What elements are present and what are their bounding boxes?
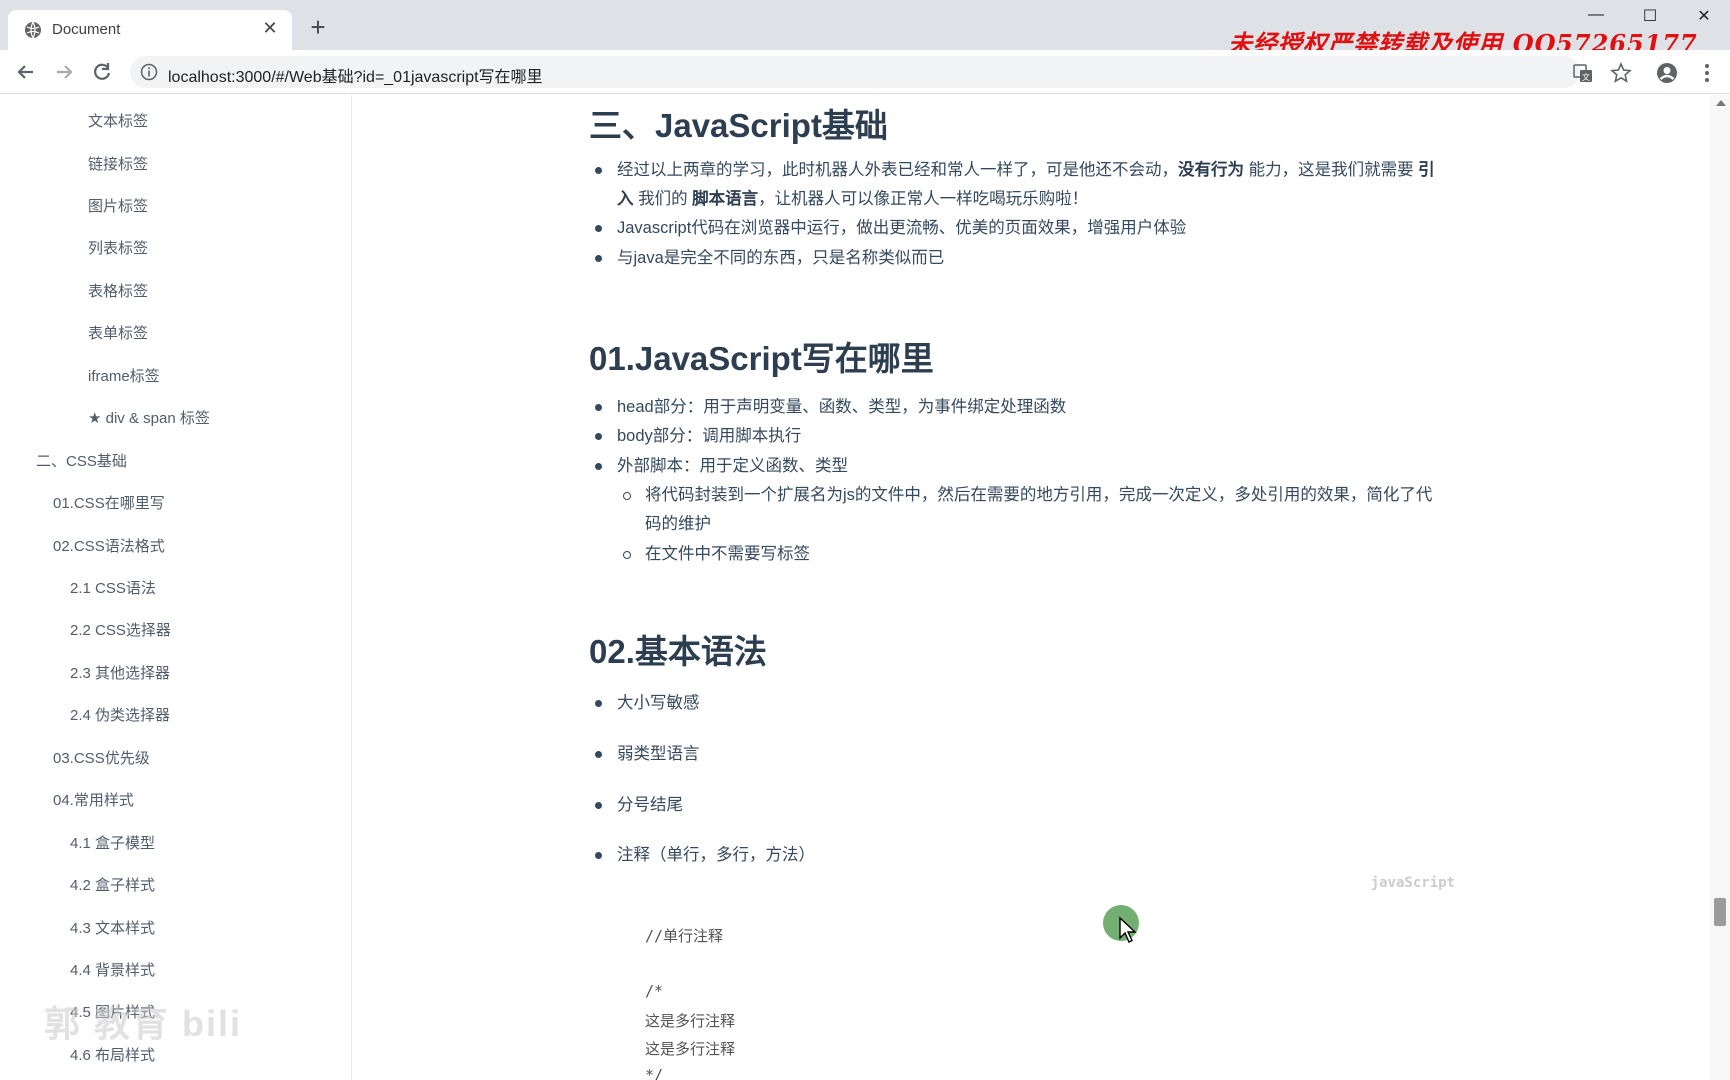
mouse-pointer-icon: [1119, 916, 1137, 943]
heading-where: 01.JavaScript写在哪里: [589, 340, 934, 377]
code-block: javaScript //单行注释 /* 这是多行注释 这是多行注释 */: [615, 875, 1465, 1080]
scrollbar-thumb[interactable]: [1714, 898, 1726, 926]
info-icon[interactable]: [140, 63, 158, 81]
video-watermark: 郭 教育 bili: [44, 1003, 243, 1044]
sidebar-item[interactable]: 2.3 其他选择器: [70, 662, 170, 683]
scroll-up-arrow-icon[interactable]: [1716, 100, 1726, 106]
forward-arrow-icon[interactable]: [50, 58, 78, 86]
code-line: /*: [645, 982, 664, 1000]
close-tab-icon[interactable]: ✕: [258, 16, 282, 40]
heading-syntax: 02.基本语法: [589, 633, 767, 670]
sidebar-item[interactable]: 列表标签: [88, 237, 148, 258]
sidebar-item[interactable]: 图片标签: [88, 195, 148, 216]
globe-icon: [25, 21, 41, 39]
list-item: 分号结尾: [595, 790, 683, 820]
list-item: Javascript代码在浏览器中运行，做出更流畅、优美的页面效果，增强用户体验: [594, 213, 1186, 243]
docs-sidebar: 文本标签 链接标签 图片标签 列表标签 表格标签 表单标签 iframe标签 ★…: [0, 95, 352, 1080]
sidebar-item[interactable]: 02.CSS语法格式: [53, 535, 165, 556]
list-item: 大小写敏感: [595, 688, 700, 718]
sub-list-item: 在文件中不需要写标签: [623, 539, 810, 569]
sidebar-item[interactable]: 表格标签: [88, 280, 148, 301]
tab-title: Document: [52, 21, 121, 38]
section-heading: 三、JavaScript基础: [589, 107, 888, 144]
list-item: body部分：调用脚本执行: [594, 421, 801, 451]
sidebar-item[interactable]: 4.3 文本样式: [70, 917, 155, 938]
bookmark-star-icon[interactable]: [1610, 62, 1632, 84]
sidebar-item[interactable]: 01.CSS在哪里写: [53, 492, 165, 513]
new-tab-button[interactable]: +: [304, 14, 332, 42]
list-item: 经过以上两章的学习，此时机器人外表已经和常人一样了，可是他还不会动，没有行为 能…: [595, 155, 1710, 185]
sidebar-item[interactable]: 4.6 布局样式: [70, 1044, 155, 1065]
menu-kebab-icon[interactable]: [1696, 62, 1718, 84]
translate-icon[interactable]: 文: [1572, 62, 1594, 84]
code-line: //单行注释: [645, 927, 724, 945]
list-item: head部分：用于声明变量、函数、类型，为事件绑定处理函数: [594, 392, 1066, 422]
list-item-continued: 入 我们的 脚本语言，让机器人可以像正常人一样吃喝玩乐购啦！: [617, 190, 1089, 208]
account-icon[interactable]: [1656, 62, 1678, 84]
list-item: 外部脚本：用于定义函数、类型: [595, 451, 848, 481]
browser-toolbar: localhost:3000/#/Web基础?id=_01javascript写…: [0, 50, 1730, 94]
list-item: 弱类型语言: [595, 739, 700, 769]
sidebar-item[interactable]: 表单标签: [88, 322, 148, 343]
sidebar-item[interactable]: 4.4 背景样式: [70, 959, 155, 980]
code-line: 这是多行注释: [645, 1040, 736, 1058]
sidebar-item[interactable]: iframe标签: [88, 365, 160, 386]
sidebar-item[interactable]: 2.2 CSS选择器: [70, 619, 171, 640]
sidebar-item[interactable]: ★ div & span 标签: [88, 407, 210, 428]
sidebar-item[interactable]: 链接标签: [88, 153, 148, 174]
sidebar-item[interactable]: 03.CSS优先级: [53, 747, 150, 768]
reload-icon[interactable]: [88, 58, 116, 86]
vertical-scrollbar[interactable]: [1710, 95, 1730, 1080]
code-language-label: javaScript: [1370, 875, 1455, 891]
sub-list-item-continued: 码的维护: [645, 515, 711, 533]
code-line: 这是多行注释: [645, 1012, 736, 1030]
code-line: */: [645, 1066, 664, 1080]
back-arrow-icon[interactable]: [12, 58, 40, 86]
svg-text:文: 文: [1582, 72, 1590, 82]
tab-strip: Document ✕ + — ☐ ✕ 未经授权严禁转载及使用 QQ5726517…: [0, 0, 1730, 58]
sidebar-section[interactable]: 二、CSS基础: [36, 450, 127, 471]
sidebar-item[interactable]: 04.常用样式: [53, 789, 134, 810]
sidebar-item[interactable]: 4.2 盒子样式: [70, 874, 155, 895]
sub-list-item: 将代码封装到一个扩展名为js的文件中，然后在需要的地方引用，完成一次定义，多处引…: [622, 480, 1432, 510]
sidebar-item[interactable]: 2.1 CSS语法: [70, 577, 156, 598]
list-item: 注释（单行，多行，方法）: [595, 840, 815, 870]
doc-content: 三、JavaScript基础 经过以上两章的学习，此时机器人外表已经和常人一样了…: [353, 95, 1710, 1080]
sidebar-item[interactable]: 文本标签: [88, 110, 148, 131]
url-text: localhost:3000/#/Web基础?id=_01javascript写…: [168, 69, 543, 86]
address-bar[interactable]: localhost:3000/#/Web基础?id=_01javascript写…: [130, 56, 1580, 88]
sidebar-item[interactable]: 4.1 盒子模型: [70, 832, 155, 853]
sidebar-item[interactable]: 2.4 伪类选择器: [70, 704, 170, 725]
browser-tab[interactable]: Document ✕: [8, 10, 292, 50]
list-item: 与java是完全不同的东西，只是名称类似而已: [594, 243, 944, 273]
